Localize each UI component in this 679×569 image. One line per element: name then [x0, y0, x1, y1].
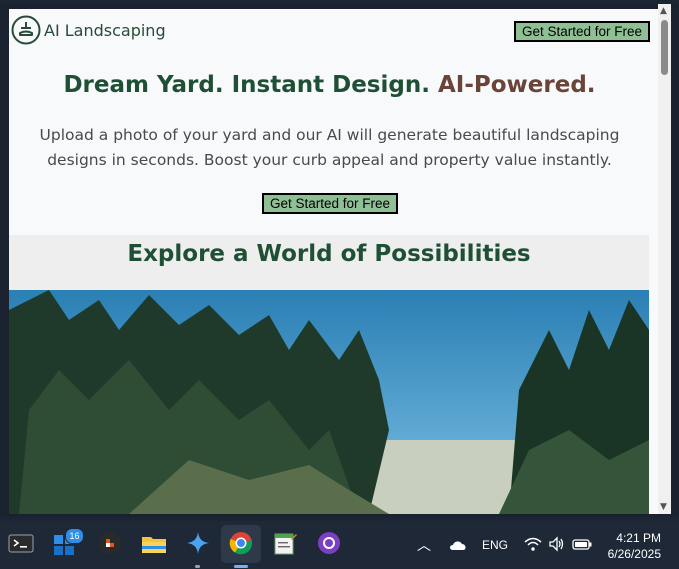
github-icon[interactable]	[315, 529, 343, 557]
scrollbar-thumb[interactable]	[661, 20, 668, 75]
logo-icon	[11, 15, 41, 45]
hero-title-accent: AI-Powered.	[437, 72, 596, 98]
explore-title: Explore a World of Possibilities	[127, 241, 531, 267]
copilot-running-dot	[195, 565, 200, 568]
logo-text: AI Landscaping	[44, 20, 166, 40]
clock-time[interactable]: 4:21 PM	[616, 531, 661, 545]
volume-icon[interactable]	[548, 536, 566, 552]
get-started-button-header[interactable]: Get Started for Free	[514, 21, 651, 42]
scroll-up-icon[interactable]: ▲	[660, 6, 667, 16]
show-hidden-icons-chevron-icon[interactable]: ︿	[417, 535, 431, 555]
page-viewport: AI Landscaping Get Started for Free Drea…	[9, 9, 658, 514]
get-started-button-hero[interactable]: Get Started for Free	[262, 193, 399, 214]
clock-date[interactable]: 6/26/2025	[608, 547, 661, 561]
scroll-down-icon[interactable]: ▼	[660, 502, 667, 512]
page-scrollbar[interactable]: ▲ ▼	[658, 4, 671, 514]
notepad-icon[interactable]	[271, 529, 299, 557]
hero-title: Dream Yard. Instant Design. AI-Powered.	[9, 72, 650, 98]
chrome-active-indicator	[234, 565, 248, 568]
copilot-icon[interactable]	[184, 529, 212, 557]
terminal-icon[interactable]	[7, 529, 35, 557]
hero-description: Upload a photo of your yard and our AI w…	[39, 126, 620, 169]
forest-photo	[9, 290, 649, 514]
language-indicator[interactable]: ENG	[482, 538, 508, 552]
taskbar: 16 ︿ ENG 4:21 PM 6/26/2025	[0, 521, 679, 569]
file-explorer-icon[interactable]	[140, 529, 168, 557]
onedrive-cloud-icon[interactable]	[448, 538, 468, 552]
chrome-icon[interactable]	[227, 529, 255, 557]
store-badge: 16	[65, 528, 84, 544]
site-logo[interactable]: AI Landscaping	[11, 15, 166, 45]
battery-icon[interactable]	[572, 537, 592, 551]
wifi-icon[interactable]	[524, 536, 542, 552]
app-icon[interactable]	[96, 529, 124, 557]
hero-title-main: Dream Yard. Instant Design.	[63, 72, 430, 98]
explore-section: Explore a World of Possibilities	[9, 235, 649, 290]
